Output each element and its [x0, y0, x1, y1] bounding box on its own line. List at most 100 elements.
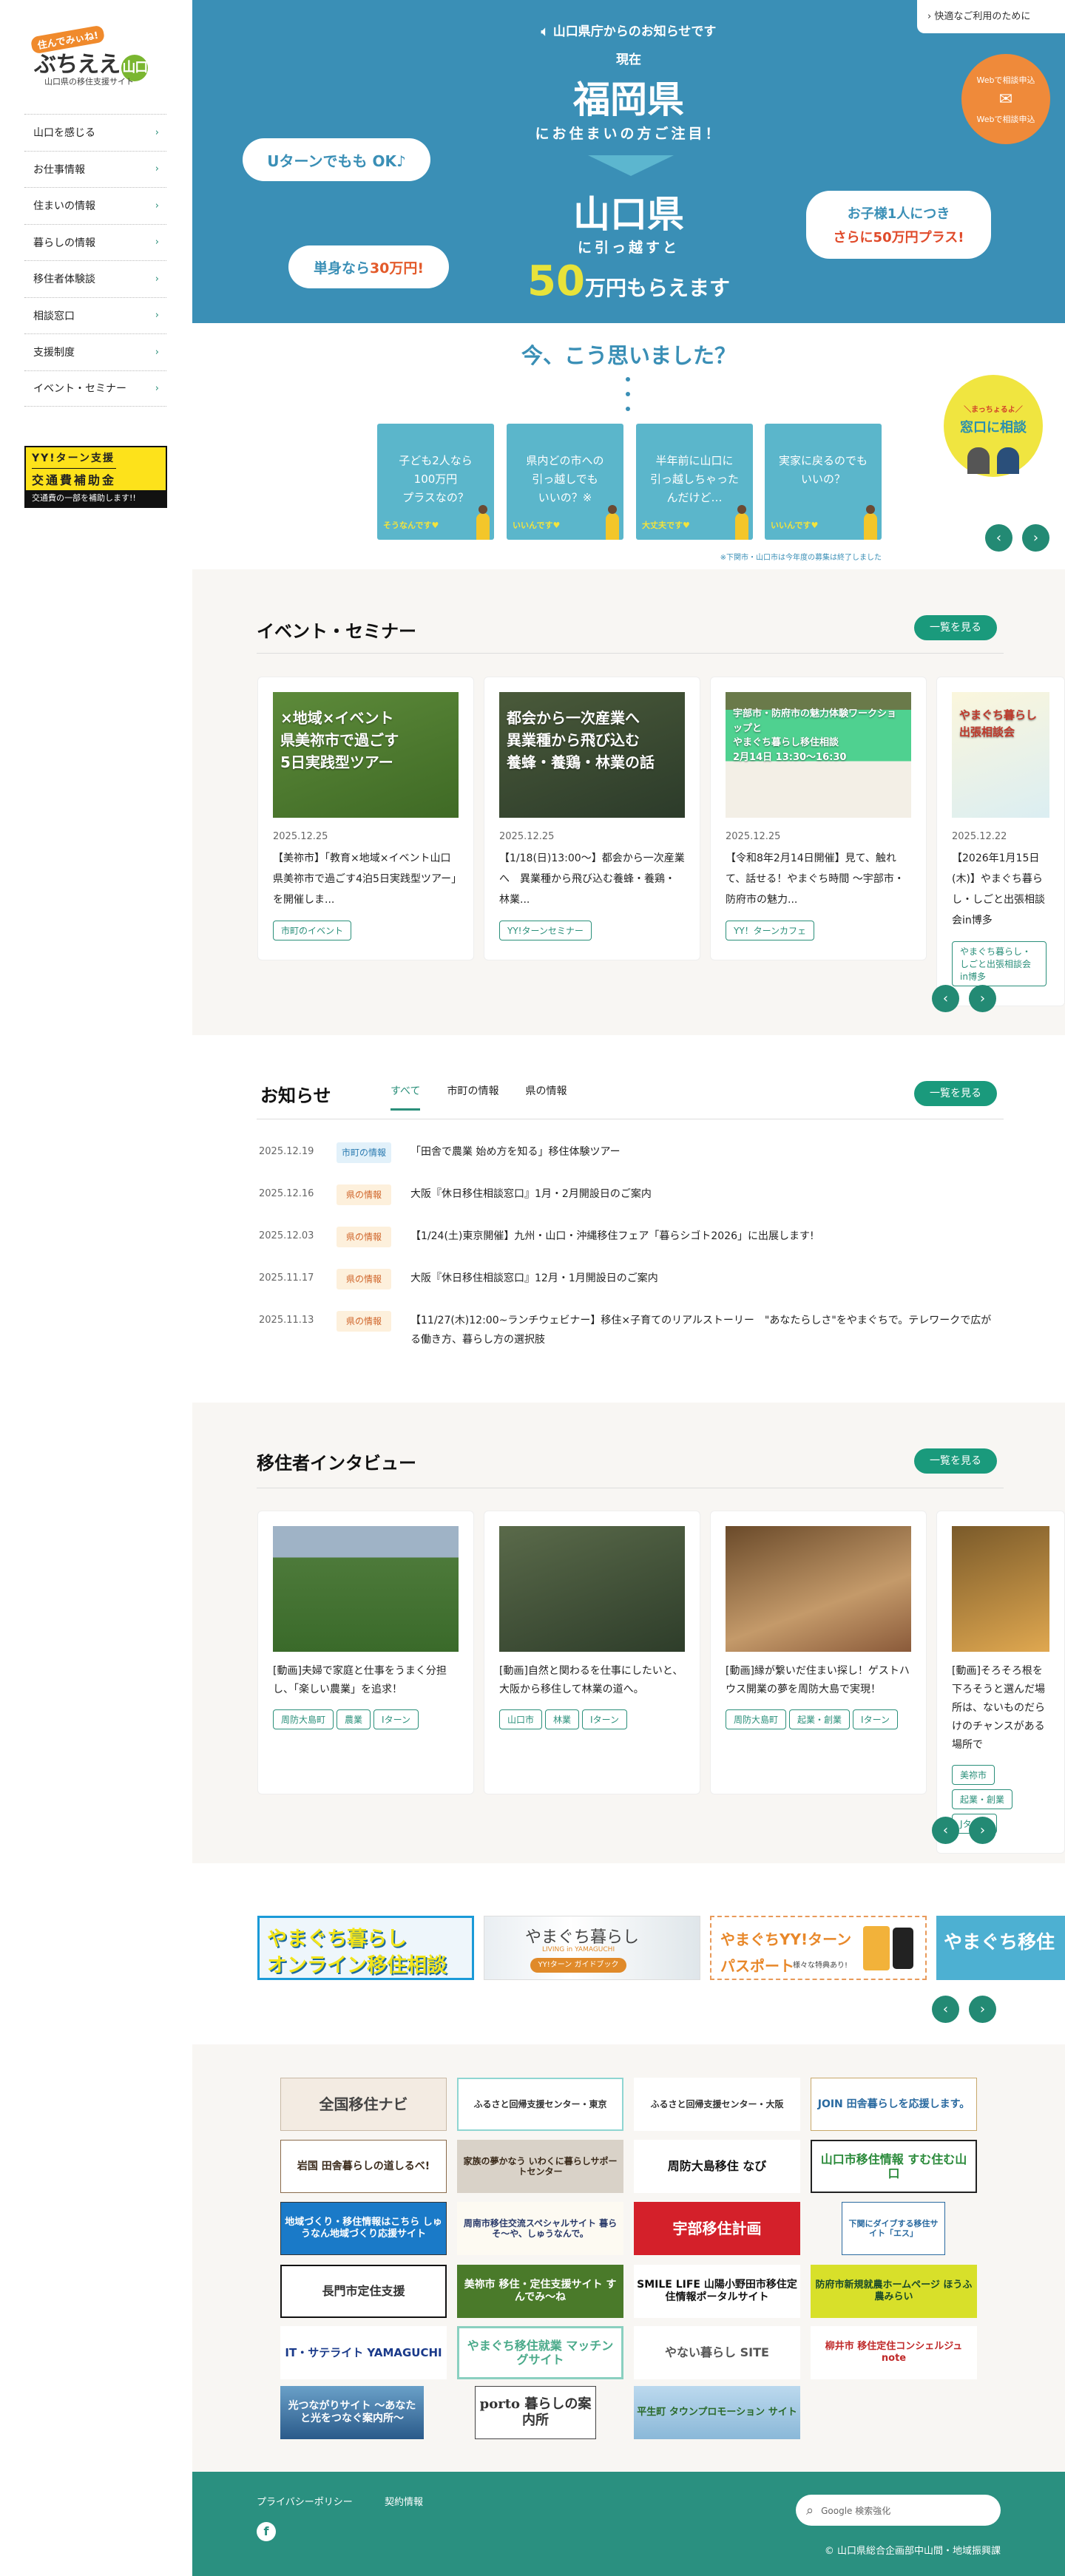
- related-site-link[interactable]: IT・サテライト YAMAGUCHI: [280, 2326, 447, 2379]
- tab-pref-info[interactable]: 県の情報: [525, 1083, 567, 1111]
- interview-card[interactable]: [動画]そろそろ根を下ろそうと選んだ場所は、ないものだらけのチャンスがある場所で…: [936, 1511, 1065, 1854]
- event-title[interactable]: 【2026年1月15日(木)】やまぐち暮らし・しごと出張相談会in博多: [952, 848, 1049, 931]
- sidebar-nav-item[interactable]: 暮らしの情報 ›: [24, 223, 166, 261]
- related-site-link[interactable]: やない暮らし SITE: [634, 2326, 800, 2379]
- news-item[interactable]: 2025.12.03 県の情報 【1/24(土)東京開催】九州・山口・沖縄移住フェア…: [259, 1227, 998, 1247]
- interview-tag[interactable]: 農業: [337, 1709, 371, 1729]
- banner-passport[interactable]: やまぐちYY!ターン パスポート 様々な特典あり!: [710, 1916, 927, 1980]
- related-site-link[interactable]: ふるさと回帰支援センター・東京: [457, 2078, 623, 2131]
- banners-next-button[interactable]: ›: [969, 1996, 996, 2023]
- interview-tag[interactable]: 林業: [545, 1709, 580, 1729]
- banners-prev-button[interactable]: ‹: [932, 1996, 959, 2023]
- yy-turn-subsidy-banner[interactable]: YY!ターン支援 交通費補助金 交通費の一部を補助します!!: [24, 446, 167, 508]
- related-site-link[interactable]: 岩国 田舎暮らしの道しるべ!: [280, 2140, 447, 2193]
- banner-yamaguchi-iju[interactable]: やまぐち移住: [936, 1916, 1065, 1980]
- related-site-link[interactable]: 周南市移住交流スペシャルサイト 暮らそ〜や、しゅうなんで。: [457, 2202, 623, 2255]
- interview-tag[interactable]: 山口市: [499, 1709, 543, 1729]
- news-title[interactable]: 大阪『休日移住相談窓口』1月・2月開設日のご案内: [410, 1184, 998, 1205]
- related-site-link[interactable]: やまぐち移住就業 マッチングサイト: [457, 2326, 623, 2379]
- interview-tag[interactable]: 周防大島町: [726, 1709, 787, 1729]
- related-site-link[interactable]: 長門市定住支援: [280, 2265, 447, 2318]
- banner-online-consult[interactable]: やまぐち暮らし オンライン移住相談: [257, 1916, 474, 1980]
- related-site-link[interactable]: SMILE LIFE 山陽小野田市移住定住情報ポータルサイト: [634, 2265, 800, 2318]
- interview-tag[interactable]: 起業・創業: [952, 1789, 1013, 1809]
- hero-banner[interactable]: › 快適なご利用のために 🔈︎ 山口県庁からのお知らせです 現在 福岡県 にお住…: [192, 0, 1065, 323]
- related-site-link[interactable]: 地域づくり・移住情報はこちら しゅうなん地域づくり応援サイト: [280, 2202, 447, 2255]
- events-next-button[interactable]: ›: [969, 985, 996, 1012]
- events-prev-button[interactable]: ‹: [932, 985, 959, 1012]
- question-card[interactable]: 子ども2人なら 100万円 プラスなの？ そうなんです♥: [377, 424, 494, 540]
- contract-info-link[interactable]: 契約情報: [385, 2494, 423, 2508]
- question-card[interactable]: 県内どの市への 引っ越しでも いいの？※ いいんです♥: [507, 424, 623, 540]
- interview-card[interactable]: [動画]夫婦で家庭と仕事をうまく分担し、「楽しい農業」を追求！ 周防大島町 農業 Iタ…: [257, 1511, 474, 1794]
- sidebar-nav-item[interactable]: お仕事情報 ›: [24, 150, 166, 188]
- related-site-link[interactable]: 周防大島移住 なび: [634, 2140, 800, 2193]
- news-title[interactable]: 大阪『休日移住相談窓口』12月・1月開設日のご案内: [410, 1269, 998, 1289]
- news-title[interactable]: 【1/24(土)東京開催】九州・山口・沖縄移住フェア「暮らシゴト2026」に出展…: [410, 1227, 998, 1247]
- news-item[interactable]: 2025.12.16 県の情報 大阪『休日移住相談窓口』1月・2月開設日のご案内: [259, 1184, 998, 1205]
- event-title[interactable]: 【令和8年2月14日開催】見て、触れて、話せる！やまぐち時間 〜宇部市・防府市の…: [726, 848, 911, 910]
- sidebar-nav-item[interactable]: 支援制度 ›: [24, 333, 166, 370]
- news-item[interactable]: 2025.11.13 県の情報 【11/27(木)12:00~ランチウェビナー】移住…: [259, 1311, 998, 1349]
- interview-tag[interactable]: Iターン: [853, 1709, 898, 1729]
- question-card[interactable]: 半年前に山口に 引っ越しちゃった んだけど… 大丈夫です♥: [636, 424, 753, 540]
- sidebar-nav-item[interactable]: イベント・セミナー ›: [24, 370, 166, 407]
- event-card[interactable]: やまぐち暮らし 出張相談会 2025.12.22 【2026年1月15日(木)】やま…: [936, 677, 1065, 1006]
- tab-all[interactable]: すべて: [390, 1083, 421, 1111]
- site-search-input[interactable]: ⌕ Google 検索強化: [796, 2495, 1001, 2526]
- interview-tag[interactable]: 起業・創業: [789, 1709, 851, 1729]
- related-site-link[interactable]: ふるさと回帰支援センター・大阪: [634, 2078, 800, 2131]
- event-title[interactable]: 【美祢市】「教育×地域×イベント山口県美祢市で過ごす4泊5日実践型ツアー」を開催…: [273, 848, 459, 910]
- interviews-prev-button[interactable]: ‹: [932, 1817, 959, 1844]
- related-site-link[interactable]: 光つながりサイト 〜あなたと光をつなぐ案内所〜: [280, 2386, 424, 2439]
- interviews-next-button[interactable]: ›: [969, 1817, 996, 1844]
- events-more-button[interactable]: 一覧を見る: [914, 615, 997, 640]
- sidebar-nav-item[interactable]: 山口を感じる ›: [24, 114, 166, 151]
- news-item[interactable]: 2025.11.17 県の情報 大阪『休日移住相談窓口』12月・1月開設日のご案内: [259, 1269, 998, 1289]
- related-site-link[interactable]: JOIN 田舎暮らしを応援します。: [811, 2078, 977, 2131]
- related-site-link[interactable]: 全国移住ナビ: [280, 2078, 447, 2131]
- interview-card[interactable]: [動画]縁が繋いだ住まい探し！ゲストハウス開業の夢を周防大島で実現！ 周防大島町起…: [710, 1511, 927, 1794]
- interview-tag[interactable]: 周防大島町: [273, 1709, 334, 1729]
- related-site-link[interactable]: 美祢市 移住・定住支援サイト すんでみ〜ね: [457, 2265, 623, 2318]
- interview-title[interactable]: [動画]自然と関わるを仕事にしたいと、大阪から移住して林業の道へ。: [499, 1662, 685, 1699]
- sidebar-nav-item[interactable]: 移住者体験談 ›: [24, 260, 166, 297]
- event-card[interactable]: 宇部市・防府市の魅力体験ワークショップと やまぐち暮らし移住相談 2月14日 1…: [710, 677, 927, 960]
- web-consult-button[interactable]: Webで相談申込 ✉ Webで相談申込: [961, 54, 1050, 144]
- carousel-prev-button[interactable]: ‹: [985, 524, 1012, 552]
- related-site-link[interactable]: 山口市移住情報 すむ住む山口: [811, 2140, 977, 2193]
- event-tag[interactable]: 市町のイベント: [273, 921, 352, 940]
- interview-card[interactable]: [動画]自然と関わるを仕事にしたいと、大阪から移住して林業の道へ。山口市 林業 Iタ…: [484, 1511, 700, 1794]
- interview-tag[interactable]: Iターン: [373, 1709, 419, 1729]
- event-tag[interactable]: YY!ターンセミナー: [499, 921, 592, 940]
- event-card[interactable]: 都会から一次産業へ 異業種から飛び込む 養蜂・養鶏・林業の話 2025.12.25…: [484, 677, 700, 960]
- carousel-next-button[interactable]: ›: [1022, 524, 1049, 552]
- interview-tag[interactable]: 美祢市: [952, 1765, 995, 1785]
- interview-title[interactable]: [動画]そろそろ根を下ろそうと選んだ場所は、ないものだらけのチャンスがある場所で: [952, 1662, 1049, 1755]
- related-site-link[interactable]: 平生町 タウンプロモーション サイト: [634, 2386, 800, 2439]
- news-title[interactable]: 【11/27(木)12:00~ランチウェビナー】移住×子育てのリアルストーリー …: [410, 1311, 998, 1349]
- interviews-more-button[interactable]: 一覧を見る: [914, 1448, 997, 1474]
- interview-title[interactable]: [動画]縁が繋いだ住まい探し！ゲストハウス開業の夢を周防大島で実現！: [726, 1662, 911, 1699]
- news-more-button[interactable]: 一覧を見る: [914, 1081, 997, 1106]
- consult-window-button[interactable]: ＼まっちょるよ／ 窓口に相談: [944, 375, 1043, 477]
- event-tag[interactable]: やまぐち暮らし・しごと出張相談会in博多: [952, 941, 1047, 986]
- sidebar-nav-item[interactable]: 住まいの情報 ›: [24, 187, 166, 224]
- interview-title[interactable]: [動画]夫婦で家庭と仕事をうまく分担し、「楽しい農業」を追求！: [273, 1662, 459, 1699]
- related-site-link[interactable]: 宇部移住計画: [634, 2202, 800, 2255]
- related-site-link[interactable]: porto 暮らしの案内所: [475, 2386, 596, 2439]
- news-title[interactable]: 「田舎で農業 始め方を知る」移住体験ツアー: [410, 1142, 998, 1163]
- sidebar-nav-item[interactable]: 相談窓口 ›: [24, 296, 166, 334]
- banner-guidebook[interactable]: やまぐち暮らし LIVING in YAMAGUCHI YY!ターン ガイドブッ…: [484, 1916, 700, 1980]
- interview-tag[interactable]: Iターン: [582, 1709, 627, 1729]
- related-site-link[interactable]: 柳井市 移住定住コンシェルジュ note: [811, 2326, 977, 2379]
- related-site-link[interactable]: 家族の夢かなう いわくに暮らしサポートセンター: [457, 2140, 623, 2193]
- question-card[interactable]: 実家に戻るのでも いいの？ いいんです♥: [765, 424, 882, 540]
- event-card[interactable]: ×地域×イベント 県美祢市で過ごす 5日実践型ツアー 2025.12.25 【美祢市…: [257, 677, 474, 960]
- event-title[interactable]: 【1/18(日)13:00〜】都会から一次産業へ 異業種から飛び込む養蜂・養鶏・…: [499, 848, 685, 910]
- news-item[interactable]: 2025.12.19 市町の情報 「田舎で農業 始め方を知る」移住体験ツアー: [259, 1142, 998, 1163]
- facebook-icon[interactable]: f: [257, 2522, 276, 2541]
- event-tag[interactable]: YY！ターンカフェ: [726, 921, 815, 940]
- privacy-policy-link[interactable]: プライバシーポリシー: [257, 2494, 353, 2508]
- tab-city-info[interactable]: 市町の情報: [447, 1083, 498, 1111]
